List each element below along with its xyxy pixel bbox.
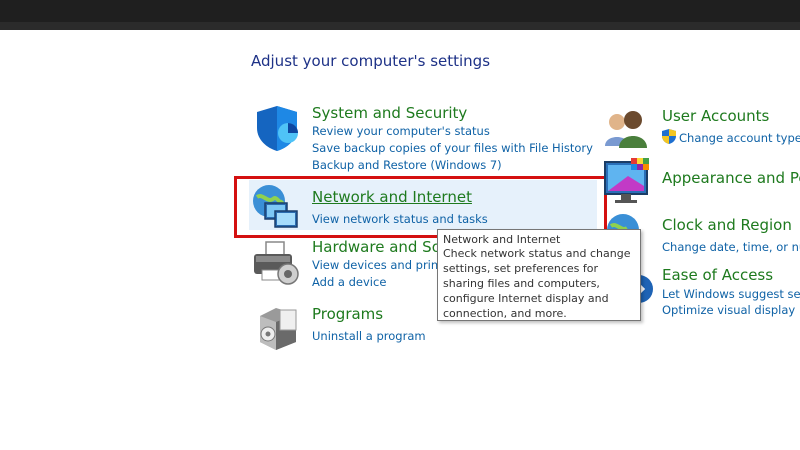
tooltip: Network and Internet Check network statu…: [437, 229, 641, 321]
monitor-palette-icon[interactable]: [603, 156, 653, 206]
users-icon[interactable]: [603, 106, 653, 156]
right-column: User Accounts Change account type Appear…: [0, 0, 800, 450]
uac-shield-icon: [662, 129, 676, 144]
tooltip-title: Network and Internet: [443, 233, 561, 244]
optimize-visual-link[interactable]: Optimize visual display: [662, 303, 795, 317]
tooltip-body: Check network status and change settings…: [443, 247, 631, 320]
appearance-title[interactable]: Appearance and Per: [662, 169, 800, 187]
user-accounts-title[interactable]: User Accounts: [662, 107, 769, 125]
change-account-type-link[interactable]: Change account type: [679, 131, 800, 145]
ease-access-title[interactable]: Ease of Access: [662, 266, 773, 284]
windows-suggest-link[interactable]: Let Windows suggest setti: [662, 287, 800, 301]
clock-region-title[interactable]: Clock and Region: [662, 216, 792, 234]
change-date-time-link[interactable]: Change date, time, or num: [662, 240, 800, 254]
